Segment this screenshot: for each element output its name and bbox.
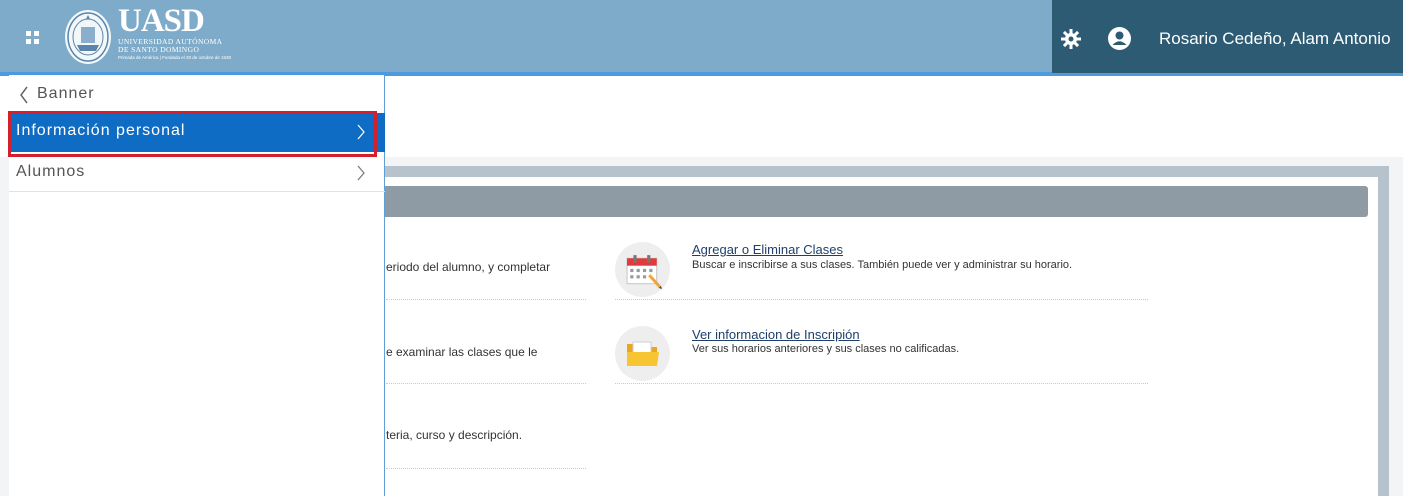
folder-icon	[627, 341, 659, 366]
chevron-left-icon	[20, 86, 28, 104]
task-description-partial: eriodo del alumno, y completar	[386, 260, 551, 274]
task-description-partial: e examinar las clases que le	[386, 345, 538, 359]
brand[interactable]: UASD UNIVERSIDAD AUTÓNOMA DE SANTO DOMIN…	[118, 4, 231, 61]
calendar-icon	[626, 255, 662, 289]
menu-item-alumnos[interactable]: Alumnos	[9, 154, 385, 192]
task-description-partial: teria, curso y descripción.	[386, 428, 523, 442]
gear-icon[interactable]	[1061, 29, 1081, 49]
view-registration-info-link[interactable]: Ver informacion de Inscripión	[692, 327, 860, 342]
brand-tagline: Primada de América | Fundada el 28 de oc…	[118, 55, 231, 60]
chevron-right-icon	[357, 165, 365, 181]
brand-name: UASD	[118, 3, 205, 39]
row-divider	[386, 383, 586, 384]
add-drop-classes-description: Buscar e inscribirse a sus clases. Tambi…	[692, 259, 1073, 271]
row-divider	[615, 299, 1148, 300]
apps-grid-icon[interactable]	[26, 31, 40, 45]
menu-back-label: Banner	[37, 85, 95, 102]
menu-back-banner[interactable]: Banner	[9, 79, 385, 113]
user-icon[interactable]	[1108, 27, 1131, 50]
highlight-box	[8, 111, 377, 157]
row-divider	[386, 299, 586, 300]
page: UASD UNIVERSIDAD AUTÓNOMA DE SANTO DOMIN…	[0, 0, 1403, 496]
menu-item-label: Alumnos	[16, 163, 86, 180]
university-seal-logo[interactable]	[63, 5, 113, 69]
add-drop-classes-link[interactable]: Agregar o Eliminar Clases	[692, 242, 843, 257]
user-name[interactable]: Rosario Cedeño, Alam Antonio	[1159, 29, 1391, 49]
view-registration-info-description: Ver sus horarios anteriores y sus clases…	[692, 343, 960, 355]
row-divider	[615, 383, 1148, 384]
brand-subtitle-2: DE SANTO DOMINGO	[118, 45, 200, 54]
row-divider	[386, 468, 586, 469]
